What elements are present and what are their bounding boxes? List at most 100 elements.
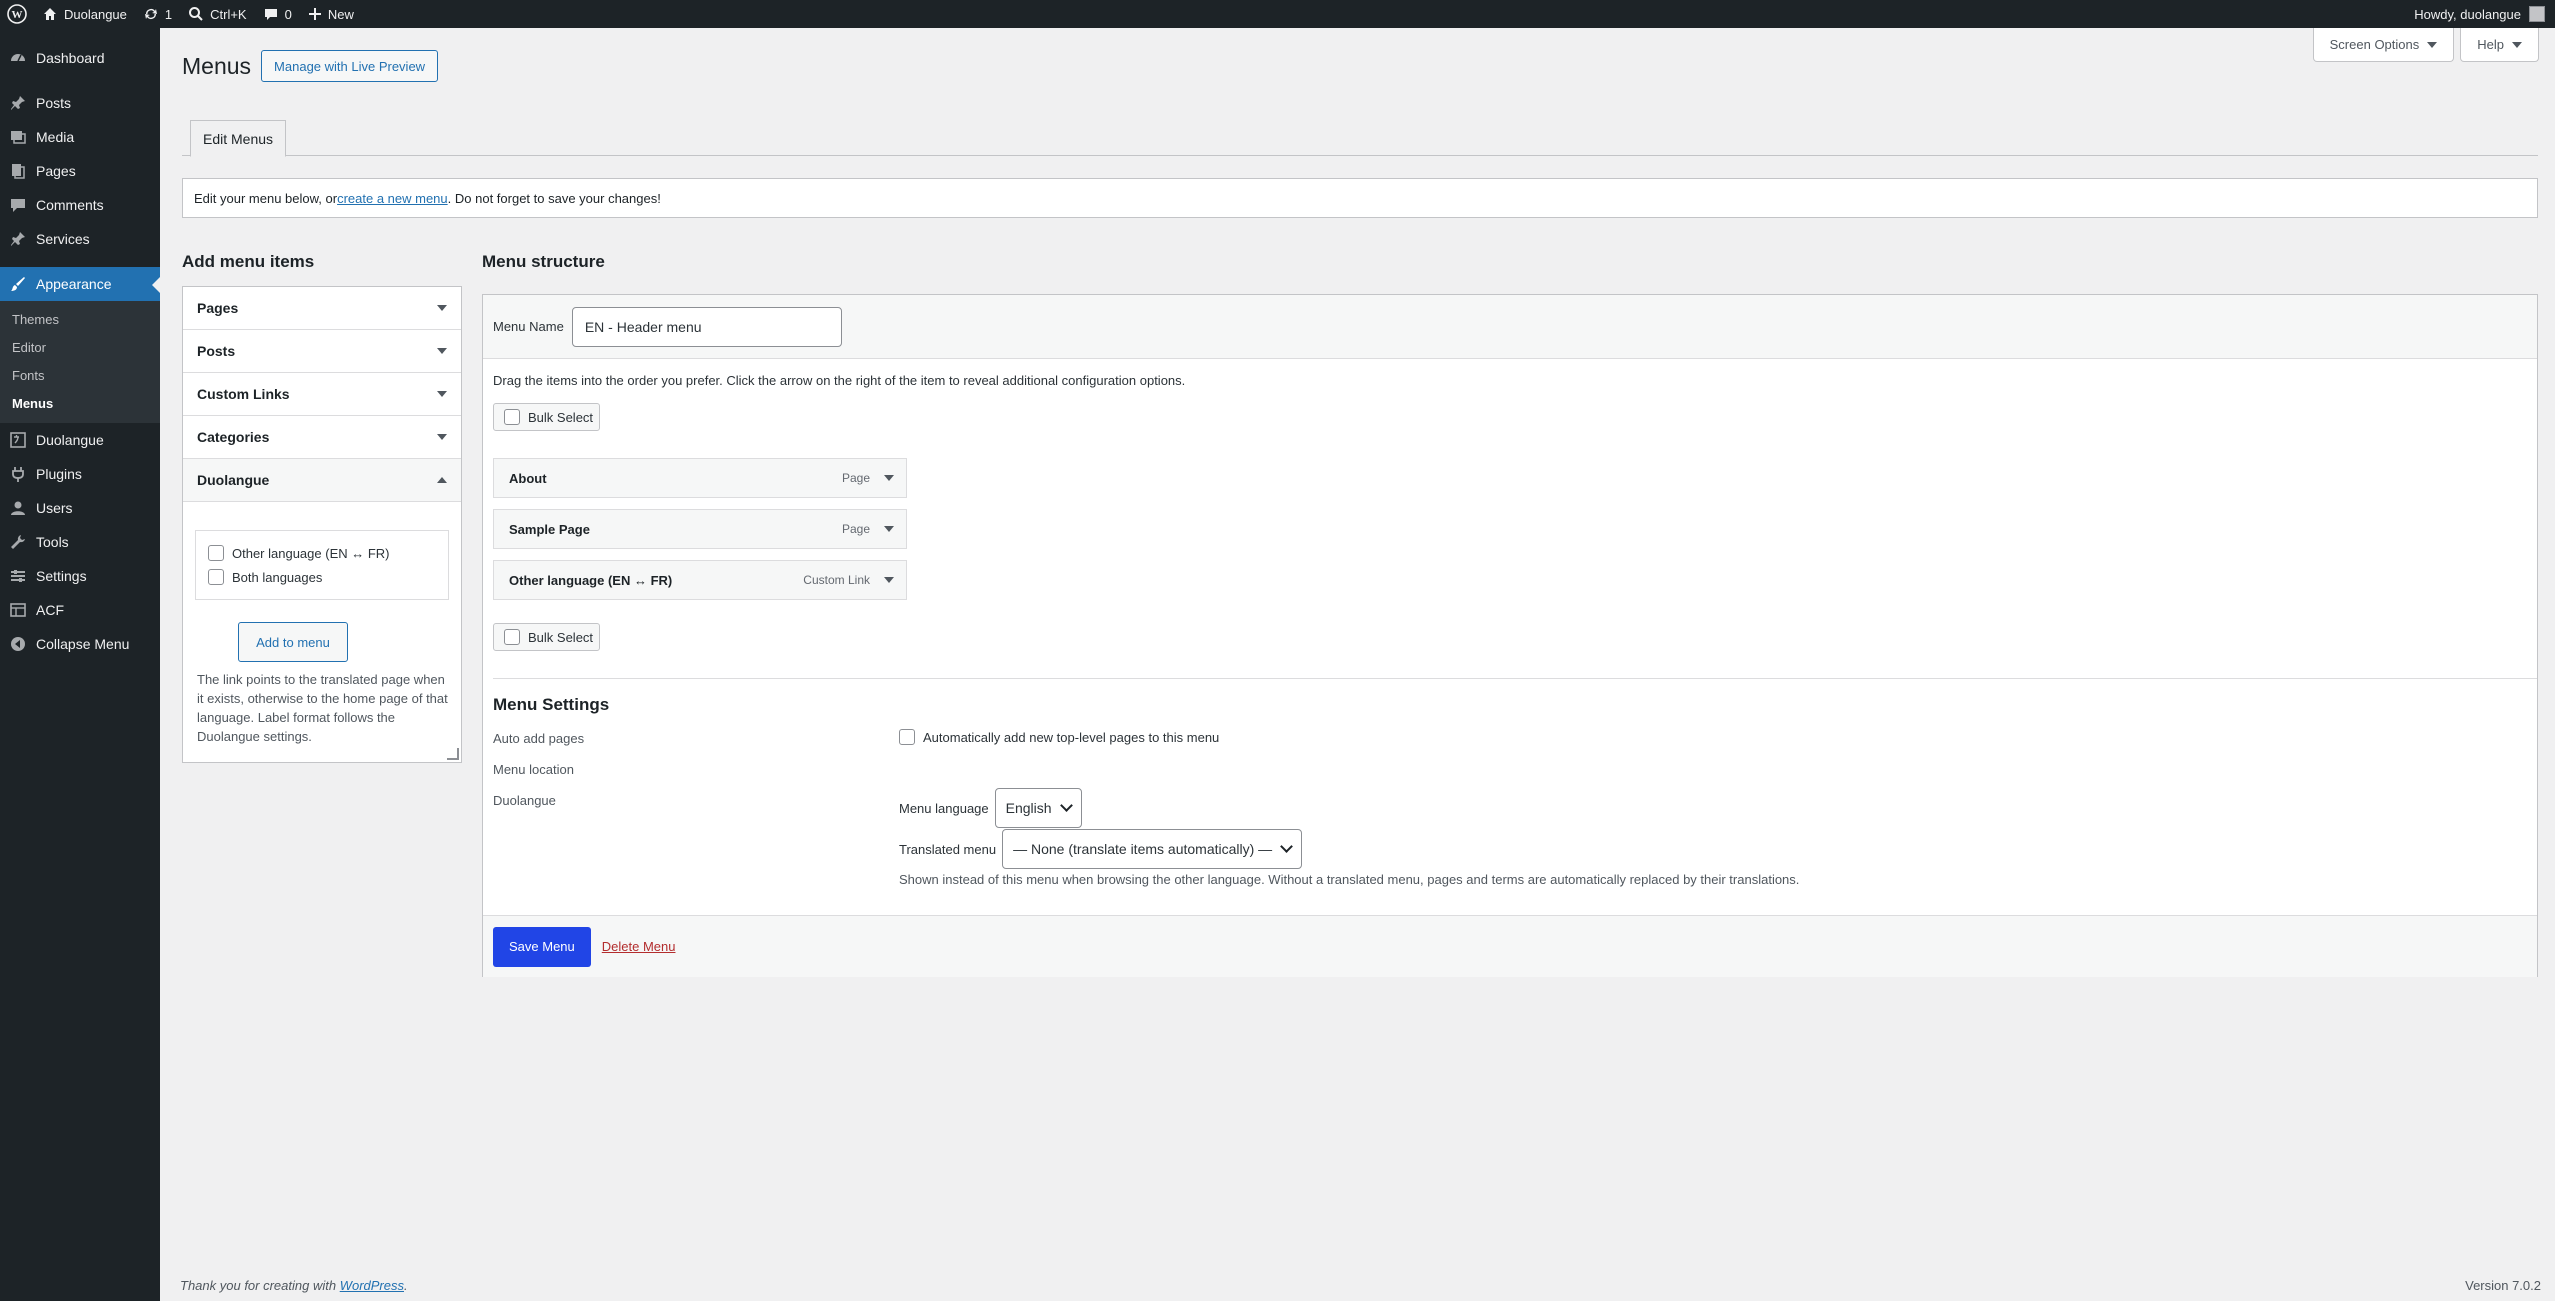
expand-arrow-icon[interactable] (884, 475, 894, 481)
delete-menu-link[interactable]: Delete Menu (602, 939, 676, 954)
page-title: Menus (182, 52, 252, 79)
save-menu-button[interactable]: Save Menu (493, 926, 591, 967)
footer-thanks: Thank you for creating with WordPress. (180, 1278, 408, 1293)
checkbox[interactable] (504, 629, 520, 645)
accordion-section-posts[interactable]: Posts (183, 330, 461, 373)
checkbox[interactable] (504, 409, 520, 425)
translated-menu-label: Translated menu (899, 841, 997, 857)
updates-link[interactable]: 1 (135, 0, 180, 28)
nav-tab-wrapper: Edit Menus (182, 120, 2538, 157)
collapse-icon (8, 634, 28, 654)
site-name: Duolangue (64, 6, 127, 22)
submenu-item-menus[interactable]: Menus (0, 389, 160, 417)
brush-icon (8, 274, 28, 294)
footer-text: Thank you for creating with (180, 1278, 340, 1293)
howdy-text: Howdy, duolangue (2414, 6, 2521, 22)
select-value: — None (translate items automatically) — (1013, 841, 1273, 857)
manage-menus-notice: Edit your menu below, or create a new me… (182, 178, 2538, 218)
accordion-section-pages[interactable]: Pages (183, 287, 461, 330)
search-shortcut: Ctrl+K (210, 6, 247, 22)
account-menu[interactable]: Howdy, duolangue (2406, 0, 2555, 28)
sidebar-item-label: Duolangue (36, 432, 104, 448)
bulk-select-bottom[interactable]: Bulk Select (493, 623, 600, 651)
menu-item-sample-page[interactable]: Sample Page Page (493, 509, 907, 549)
sidebar-item-label: Media (36, 129, 75, 145)
accordion-section-custom-links[interactable]: Custom Links (183, 373, 461, 416)
sidebar-item-appearance[interactable]: Appearance (0, 267, 160, 301)
menu-item-type: Page (841, 522, 870, 536)
expand-arrow-icon[interactable] (884, 577, 894, 583)
accordion-section-categories[interactable]: Categories (183, 416, 461, 459)
add-menu-items-title: Add menu items (182, 252, 315, 271)
checkbox[interactable] (208, 569, 224, 585)
menu-item-other-language[interactable]: Other language (EN ↔ FR) Custom Link (493, 560, 907, 600)
menu-item-type: Custom Link (803, 573, 870, 587)
sidebar-item-media[interactable]: Media (0, 120, 160, 154)
sidebar-item-label: Posts (36, 95, 72, 111)
auto-add-pages-label: Auto add pages (493, 731, 585, 746)
search-link[interactable]: Ctrl+K (180, 0, 254, 28)
auto-add-pages-checkbox-row[interactable]: Automatically add new top-level pages to… (899, 729, 1219, 745)
wordpress-logo-icon[interactable]: W (0, 0, 34, 28)
sidebar-item-posts[interactable]: Posts (0, 86, 160, 120)
drag-instructions: Drag the items into the order you prefer… (493, 373, 1186, 388)
svg-text:W: W (12, 9, 23, 21)
sidebar-item-label: Dashboard (36, 50, 105, 66)
wordpress-link[interactable]: WordPress (340, 1278, 404, 1293)
footer-period: . (404, 1278, 408, 1293)
sidebar-item-plugins[interactable]: Plugins (0, 457, 160, 491)
sidebar-item-label: Tools (36, 534, 69, 550)
footer-version: Version 7.0.2 (2465, 1278, 2541, 1293)
menu-name-input[interactable]: EN - Header menu (571, 306, 842, 347)
submenu-item-themes[interactable]: Themes (0, 305, 160, 333)
add-items-accordion: Pages Posts Custom Links Categories Duol… (182, 286, 462, 763)
submenu-item-editor[interactable]: Editor (0, 333, 160, 361)
divider (493, 678, 2537, 679)
sidebar-item-users[interactable]: Users (0, 491, 160, 525)
auto-add-pages-option: Automatically add new top-level pages to… (923, 729, 1220, 745)
sidebar-item-comments[interactable]: Comments (0, 188, 160, 222)
sidebar-item-dashboard[interactable]: Dashboard (0, 41, 160, 75)
checkbox[interactable] (208, 545, 224, 561)
live-preview-button[interactable]: Manage with Live Preview (261, 50, 439, 82)
create-menu-link[interactable]: create a new menu (337, 191, 448, 206)
accordion-section-duolangue[interactable]: Duolangue (183, 459, 461, 502)
submenu-item-fonts[interactable]: Fonts (0, 361, 160, 389)
dashboard-icon (8, 48, 28, 68)
checkbox[interactable] (899, 729, 915, 745)
comment-icon (264, 9, 277, 20)
add-to-menu-button[interactable]: Add to menu (238, 622, 348, 662)
section-label: Duolangue (197, 472, 270, 488)
tab-edit-menus[interactable]: Edit Menus (190, 120, 287, 157)
sidebar-item-acf[interactable]: ACF (0, 593, 160, 627)
sidebar-item-pages[interactable]: Pages (0, 154, 160, 188)
new-content-link[interactable]: New (300, 0, 362, 28)
menu-item-about[interactable]: About Page (493, 458, 907, 498)
admin-sidebar: Dashboard Posts Media Pages Comments Ser… (0, 28, 160, 1301)
sidebar-item-settings[interactable]: Settings (0, 559, 160, 593)
sidebar-item-tools[interactable]: Tools (0, 525, 160, 559)
expand-arrow-icon[interactable] (884, 526, 894, 532)
sidebar-item-duolangue[interactable]: Duolangue (0, 423, 160, 457)
screen-options-button[interactable]: Screen Options (2312, 28, 2455, 62)
resize-handle-icon[interactable] (447, 748, 459, 760)
menu-item-title: Sample Page (509, 521, 590, 537)
translated-menu-select[interactable]: — None (translate items automatically) — (1002, 829, 1303, 869)
comments-link[interactable]: 0 (255, 0, 300, 28)
bulk-select-top[interactable]: Bulk Select (493, 403, 600, 431)
menu-language-select[interactable]: English (994, 788, 1082, 828)
caret-down-icon (437, 434, 447, 440)
help-button[interactable]: Help (2460, 28, 2539, 62)
sidebar-item-services[interactable]: Services (0, 222, 160, 256)
grid-icon (8, 600, 28, 620)
media-icon (8, 127, 28, 147)
sidebar-collapse-menu[interactable]: Collapse Menu (0, 627, 160, 661)
sidebar-item-label: Collapse Menu (36, 636, 130, 652)
site-name-link[interactable]: Duolangue (34, 0, 135, 28)
menu-settings-title: Menu Settings (493, 695, 610, 714)
option-other-language[interactable]: Other language (EN ↔ FR) (208, 541, 436, 565)
menu-actions: Save Menu Delete Menu (483, 915, 2537, 977)
option-both-languages[interactable]: Both languages (208, 565, 436, 589)
new-label: New (327, 6, 354, 22)
notice-text-before: Edit your menu below, or (194, 190, 338, 206)
